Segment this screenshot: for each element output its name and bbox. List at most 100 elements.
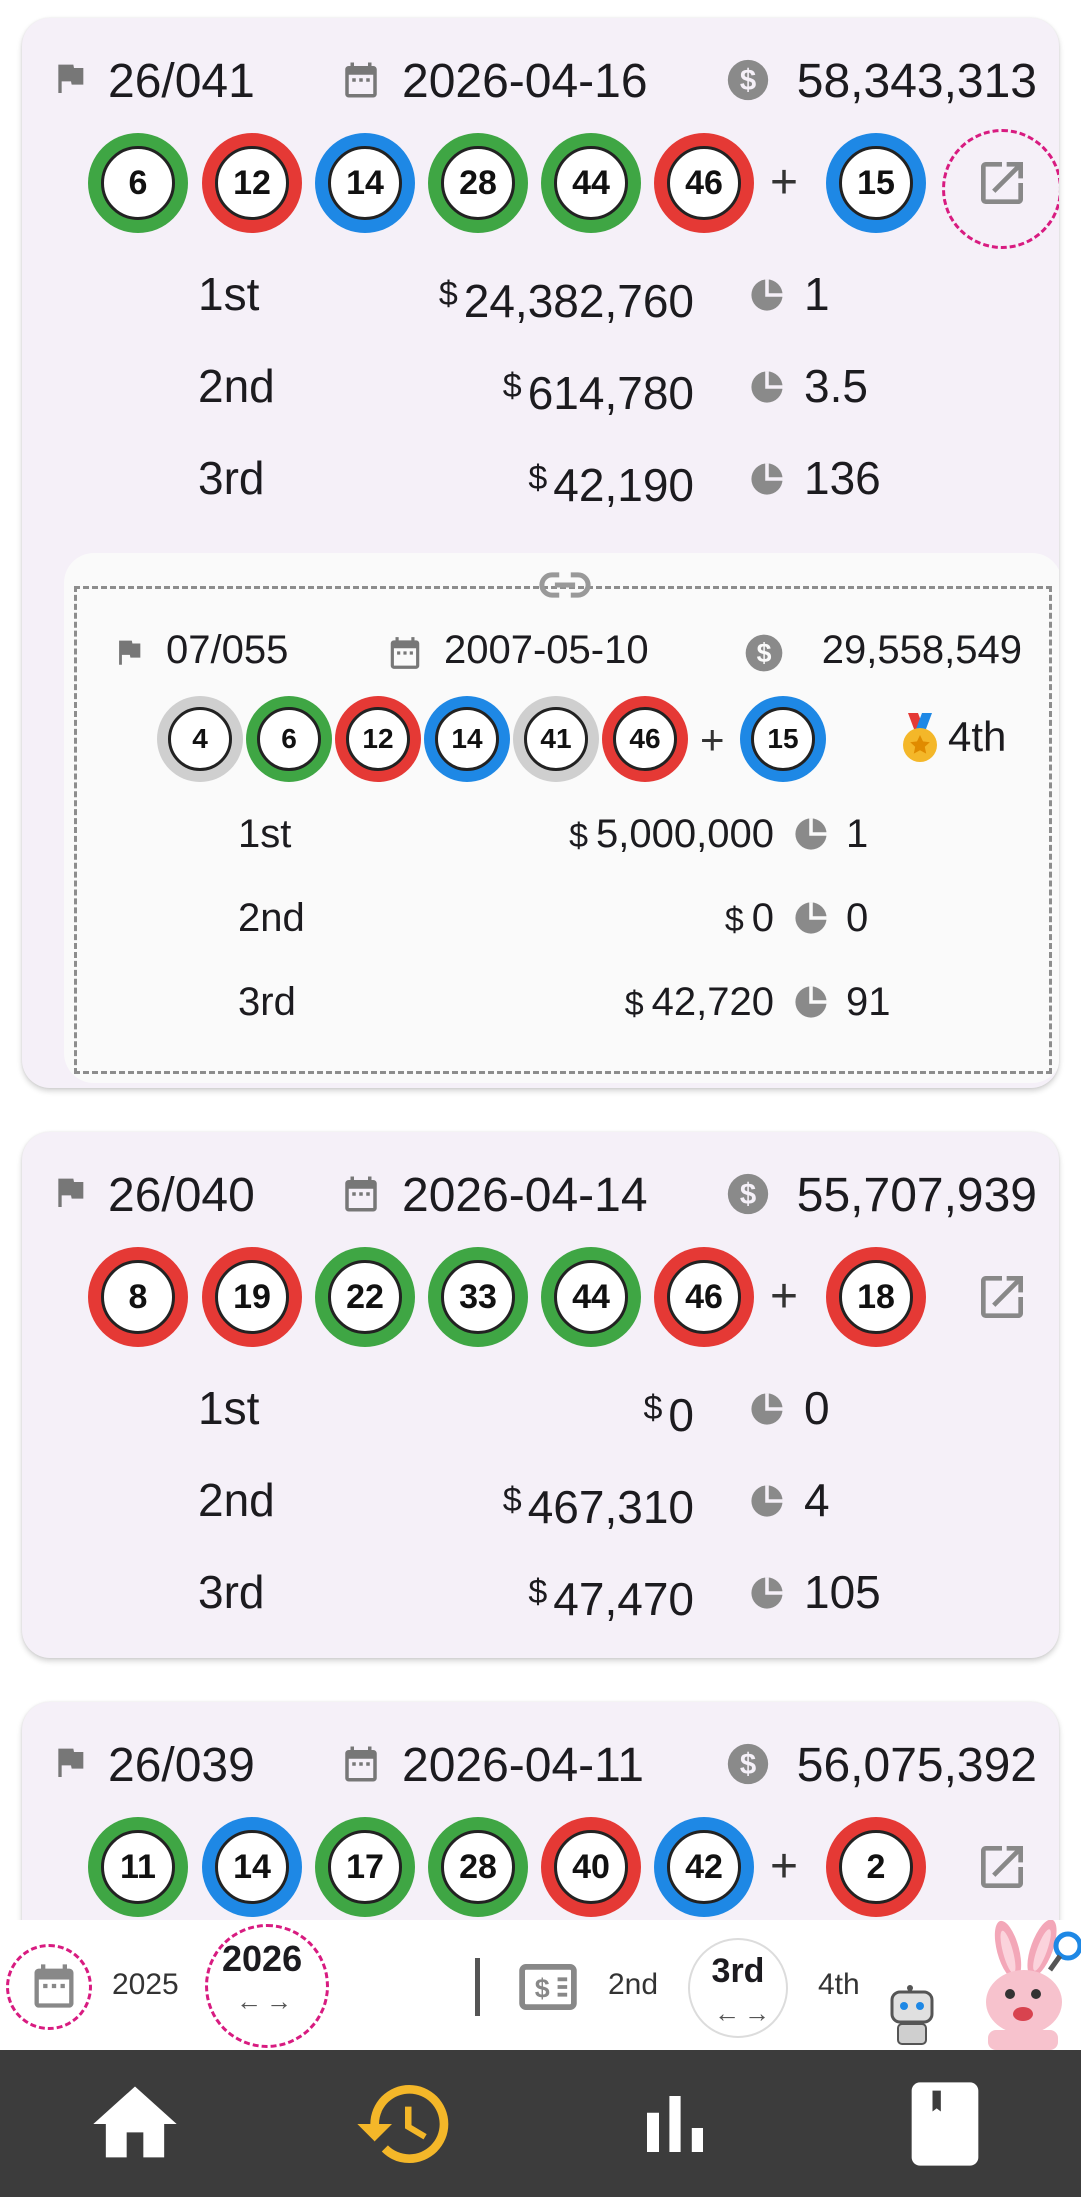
draw-number: 26/040 (108, 1169, 255, 1222)
swipe-arrows: ←→ (236, 1986, 296, 2016)
draw-header: 26/039 2026-04-11 $ 56,075,392 (22, 1702, 1059, 1822)
number-ball: 17 (315, 1817, 415, 1917)
calendar-icon (390, 637, 420, 669)
flag-icon (58, 64, 84, 93)
swipe-arrows: ←→ (714, 1998, 774, 2028)
year-option[interactable]: 2025 (112, 1968, 179, 2002)
prize-row: 2nd $614,780 3.5 (22, 356, 1059, 419)
calendar-icon[interactable] (28, 1958, 80, 2014)
pie-icon (795, 902, 827, 934)
home-icon (93, 2086, 177, 2157)
number-ball: 33 (428, 1247, 528, 1347)
filter-bar: 2025 2026 ←→ $ 2nd 3rd ←→ 4th (0, 1920, 1081, 2050)
winner-count: 4 (804, 1474, 830, 1526)
prize-row: 2nd $0 0 (64, 890, 1059, 946)
number-ball: 14 (424, 696, 510, 782)
number-ball: 40 (541, 1817, 641, 1917)
plus-sign: + (770, 156, 799, 209)
winner-count: 1 (804, 268, 830, 320)
winning-numbers: 6 12 14 28 44 46 + 15 (22, 129, 1059, 249)
draw-date: 2007-05-10 (444, 628, 649, 672)
app-root: { "cards": [ { "draw": "26/041", "date":… (0, 0, 1081, 2197)
open-external-icon[interactable] (974, 155, 1030, 211)
prize-tier: 3rd (238, 980, 296, 1024)
plus-sign: + (770, 1840, 799, 1893)
ticket-icon[interactable]: $ (518, 1964, 578, 2010)
bonus-ball: 15 (826, 133, 926, 233)
bonus-ball: 18 (826, 1247, 926, 1347)
number-ball: 8 (88, 1247, 188, 1347)
winner-count: 0 (804, 1382, 830, 1434)
prize-amount: $24,382,760 (438, 275, 694, 327)
winner-count: 91 (846, 980, 891, 1024)
number-ball: 46 (602, 696, 688, 782)
number-ball: 6 (88, 133, 188, 233)
prize-tier: 3rd (198, 452, 265, 504)
pie-icon (751, 371, 783, 403)
winner-count: 3.5 (804, 360, 868, 412)
draw-date: 2026-04-14 (402, 1169, 648, 1222)
prize-tier: 2nd (238, 896, 305, 940)
draw-number: 26/041 (108, 55, 255, 108)
pie-icon (751, 279, 783, 311)
winning-numbers: 11 14 17 28 40 42 + 2 (22, 1817, 1059, 1917)
prize-amount: $47,470 (528, 1573, 694, 1625)
number-ball: 11 (88, 1817, 188, 1917)
prize-tier: 3rd (198, 1566, 265, 1618)
winner-count: 136 (804, 452, 881, 504)
prize-amount: $0 (643, 1389, 694, 1441)
prize-row: 1st $5,000,000 1 (64, 806, 1059, 862)
bonus-ball: 2 (826, 1817, 926, 1917)
number-ball: 19 (202, 1247, 302, 1347)
pie-icon (795, 818, 827, 850)
open-external-icon[interactable] (974, 1269, 1030, 1325)
prize-amount: $0 (724, 896, 774, 940)
bonus-ball: 15 (740, 696, 826, 782)
selected-tier[interactable]: 3rd ←→ (688, 1938, 788, 2038)
selected-year[interactable]: 2026 (222, 1938, 302, 1980)
link-icon (539, 572, 591, 598)
number-ball: 28 (428, 1817, 528, 1917)
prize-tier: 1st (198, 1382, 260, 1434)
flag-icon (58, 1748, 84, 1777)
svg-text:$: $ (740, 64, 756, 97)
tier-option[interactable]: 2nd (608, 1968, 658, 2002)
calendar-icon (345, 62, 377, 98)
svg-text:$: $ (740, 1748, 756, 1781)
matched-past-draw[interactable]: 07/055 2007-05-10 $ 29,558,549 4 6 12 14… (64, 553, 1059, 1083)
pie-icon (751, 1485, 783, 1517)
tier-option[interactable]: 4th (818, 1968, 860, 2002)
draw-number: 26/039 (108, 1739, 255, 1792)
number-ball: 41 (513, 696, 599, 782)
draw-card[interactable]: 26/040 2026-04-14 $ 55,707,939 8 19 22 3… (22, 1132, 1059, 1658)
stats-icon (647, 2095, 703, 2152)
prize-tier: 1st (238, 812, 292, 856)
svg-text:$: $ (740, 1178, 756, 1211)
plus-sign: + (770, 1270, 799, 1323)
number-ball: 44 (541, 1247, 641, 1347)
prize-tier: 2nd (198, 360, 275, 412)
dollar-circle-icon: $ (745, 634, 783, 672)
winning-numbers: 8 19 22 33 44 46 + 18 (22, 1247, 1059, 1347)
plus-sign: + (700, 716, 725, 763)
number-ball: 14 (315, 133, 415, 233)
draw-date: 2026-04-11 (402, 1739, 644, 1792)
divider (475, 1958, 480, 2016)
draw-number: 07/055 (166, 628, 289, 672)
number-ball: 42 (654, 1817, 754, 1917)
draw-card[interactable]: 26/041 2026-04-16 $ 58,343,313 6 12 14 2… (22, 18, 1059, 1088)
nav-bookmark[interactable] (810, 2050, 1080, 2197)
prize-row: 3rd $42,190 136 (22, 448, 1059, 511)
winner-count: 1 (846, 812, 869, 856)
prize-tier: 1st (198, 268, 260, 320)
number-ball: 12 (202, 133, 302, 233)
mascot-image (890, 1920, 1081, 2050)
number-ball: 6 (246, 696, 332, 782)
prize-row: 1st $24,382,760 1 (22, 264, 1059, 327)
nav-stats[interactable] (540, 2050, 810, 2197)
jackpot-pool: 58,343,313 (796, 55, 1037, 108)
history-icon (357, 2084, 449, 2163)
open-external-icon[interactable] (974, 1839, 1030, 1895)
nav-home[interactable] (0, 2050, 270, 2197)
nav-history[interactable] (270, 2050, 540, 2197)
